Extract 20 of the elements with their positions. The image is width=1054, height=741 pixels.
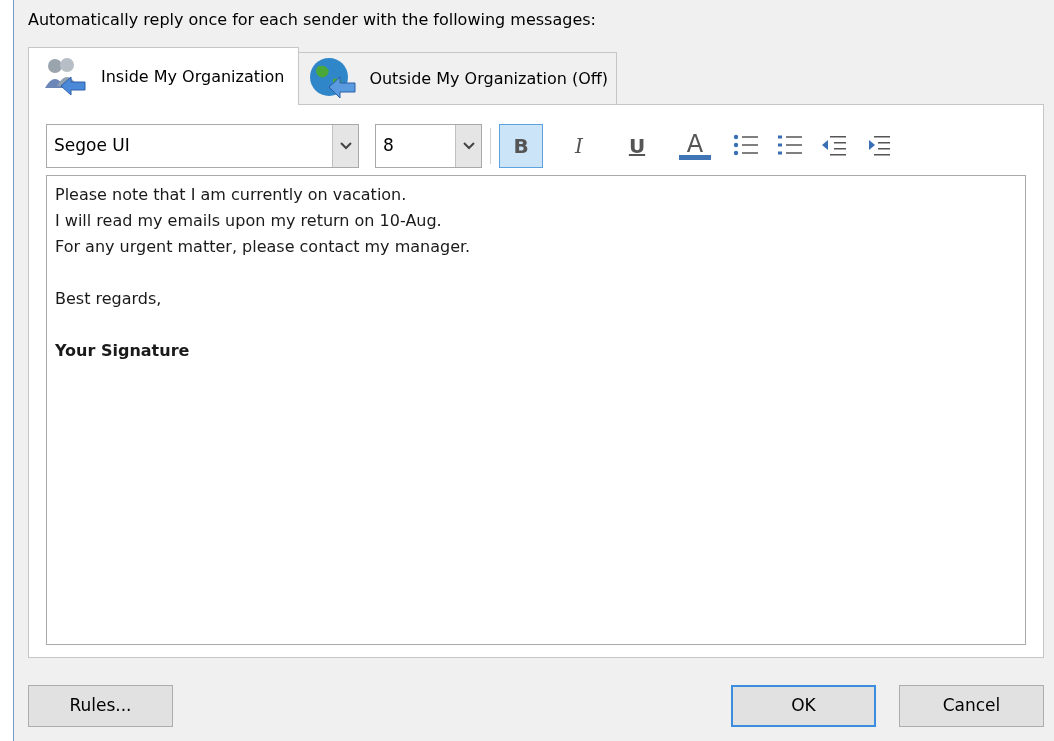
dialog-button[interactable]: Cancel — [899, 685, 1044, 727]
signature-text: Your Signature — [55, 340, 190, 362]
bold-button[interactable]: B — [499, 124, 543, 168]
instruction-text: Automatically reply once for each sender with the following messages: — [28, 9, 597, 31]
font-dropdown[interactable]: Segoe UI — [46, 124, 359, 168]
tab[interactable]: Inside My Organization — [28, 47, 300, 105]
message-editor[interactable]: Please note that I am currently on vacation. I will read my emails upon my return on 10-Aug. For any urgent matter, please contact my manager. Best regards, Your Signature — [46, 175, 1026, 645]
underline-button[interactable]: U — [615, 124, 659, 168]
message-paragraph: Best regards, — [55, 288, 162, 310]
italic-button[interactable]: I — [557, 124, 601, 168]
tab[interactable]: Outside My Organization (Off) — [299, 52, 618, 105]
size-dropdown[interactable]: 8 — [375, 124, 482, 168]
chevron-icon — [332, 125, 358, 167]
dialog-button[interactable]: Rules... — [28, 685, 173, 727]
people-icon — [43, 55, 89, 98]
globe-icon — [307, 57, 358, 101]
message-paragraph: Please note that I am currently on vacation. I will read my emails upon my return on 10-Aug. For any urgent matter, please contact my manager. — [55, 184, 471, 258]
dialog-button[interactable]: OK — [731, 685, 876, 727]
chevron-icon — [455, 125, 481, 167]
font-color-button[interactable]: A — [673, 124, 717, 168]
